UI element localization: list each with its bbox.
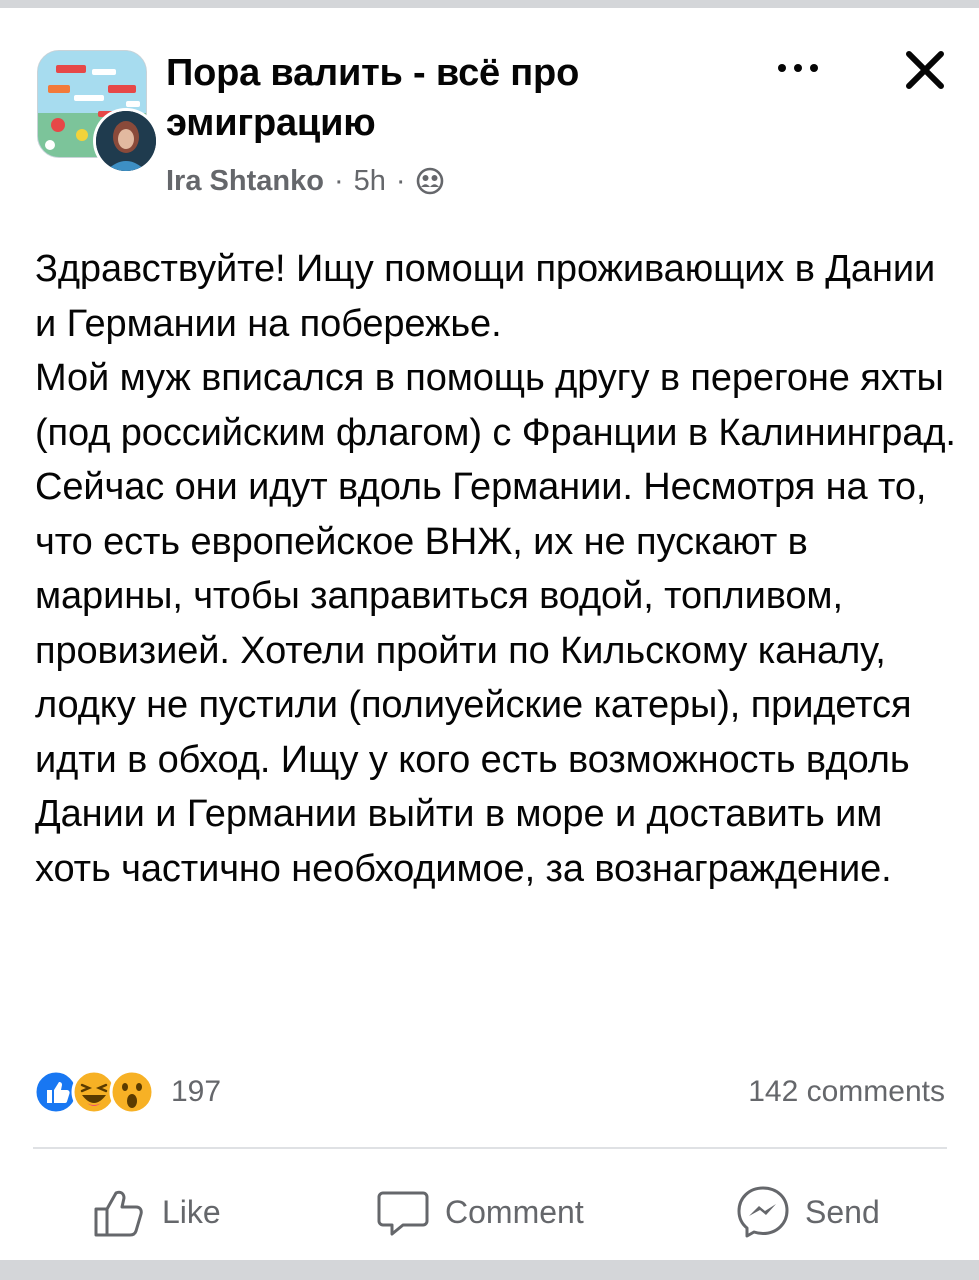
- post-avatar[interactable]: [37, 44, 159, 174]
- thumbs-up-icon: [94, 1190, 143, 1237]
- author-avatar[interactable]: [93, 108, 159, 174]
- author-name[interactable]: Ira Shtanko: [166, 165, 324, 198]
- reactions-summary[interactable]: 197: [33, 1068, 221, 1116]
- divider: [33, 1147, 947, 1149]
- group-title[interactable]: Пора валить - всё про эмиграцию: [166, 48, 726, 148]
- meta-separator: ·: [395, 164, 406, 197]
- comments-count[interactable]: 142 comments: [748, 1070, 945, 1114]
- post-time[interactable]: 5h: [354, 165, 386, 198]
- group-members-icon: [416, 167, 444, 195]
- comment-button[interactable]: Comment: [375, 1178, 584, 1246]
- messenger-icon: [737, 1186, 789, 1238]
- author-photo: [96, 111, 156, 171]
- send-label: Send: [805, 1193, 880, 1230]
- reaction-count: 197: [171, 1075, 222, 1108]
- comment-label: Comment: [445, 1193, 584, 1230]
- like-label: Like: [162, 1193, 221, 1230]
- comment-bubble-icon: [377, 1191, 429, 1236]
- send-button[interactable]: Send: [735, 1178, 880, 1246]
- more-dots-icon: [778, 64, 818, 72]
- post-text: Здравствуйте! Ищу помощи проживающих в Д…: [35, 248, 956, 890]
- post-meta: Ira Shtanko · 5h ·: [166, 161, 444, 201]
- wow-icon: [109, 1069, 155, 1115]
- like-button[interactable]: Like: [92, 1178, 221, 1246]
- reaction-icons: [33, 1069, 155, 1115]
- more-options-button[interactable]: [768, 48, 828, 88]
- close-icon: [906, 51, 944, 89]
- post-card: Пора валить - всё про эмиграцию Ira Shta…: [0, 8, 979, 1260]
- status-strip: [0, 0, 979, 8]
- close-button[interactable]: [893, 38, 957, 102]
- bottom-strip: [0, 1260, 979, 1280]
- meta-separator: ·: [333, 164, 344, 197]
